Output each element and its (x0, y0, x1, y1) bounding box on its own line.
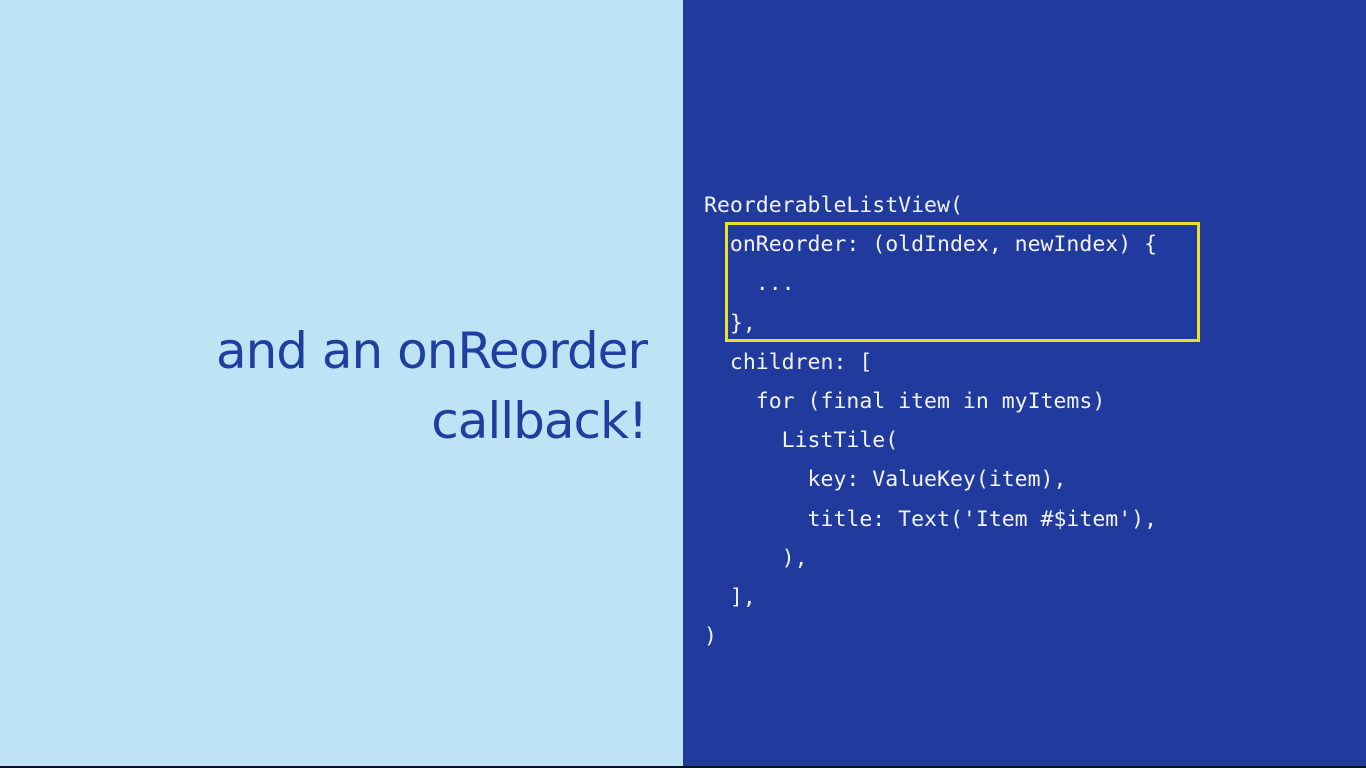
left-panel: and an onReorder callback! (0, 0, 683, 768)
code-line: for (final item in myItems) (704, 388, 1106, 414)
slide: and an onReorder callback! ReorderableLi… (0, 0, 1366, 768)
slide-headline: and an onReorder callback! (47, 316, 648, 456)
code-line: children: [ (704, 349, 873, 375)
headline-line-1: and an onReorder (215, 322, 648, 380)
code-line: key: ValueKey(item), (704, 467, 1067, 493)
code-line: ListTile( (704, 428, 899, 454)
right-panel: ReorderableListView( onReorder: (oldInde… (683, 0, 1366, 768)
code-line: ], (704, 584, 756, 610)
code-line: ), (704, 545, 808, 571)
code-line: title: Text('Item #$item'), (704, 506, 1158, 532)
code-line: ReorderableListView( (704, 193, 963, 218)
headline-line-2: callback! (431, 392, 648, 450)
highlight-box (725, 222, 1200, 342)
code-line: ) (704, 624, 717, 650)
